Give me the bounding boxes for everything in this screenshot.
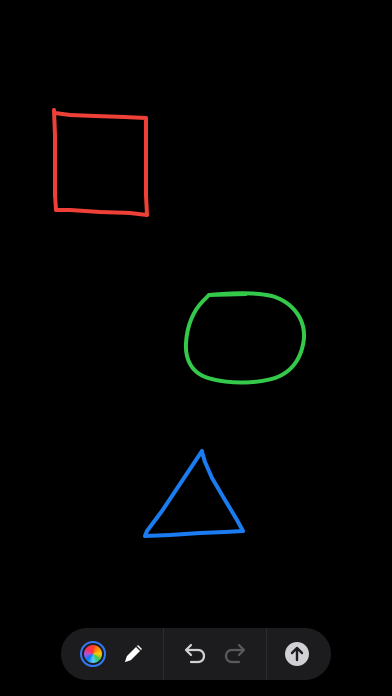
- color-picker-button[interactable]: [73, 634, 113, 674]
- toolbar-divider: [266, 628, 267, 680]
- toolbar-divider: [163, 628, 164, 680]
- drawing-toolbar: [61, 628, 331, 680]
- send-button[interactable]: [277, 634, 317, 674]
- color-wheel-icon: [80, 641, 106, 667]
- undo-icon: [184, 643, 206, 664]
- redo-button[interactable]: [216, 634, 256, 674]
- pen-tool-button[interactable]: [113, 634, 153, 674]
- undo-button[interactable]: [174, 634, 214, 674]
- square-stroke: [52, 108, 149, 217]
- drawing-surface[interactable]: [0, 0, 392, 696]
- triangle-stroke: [143, 449, 245, 538]
- drawing-canvas[interactable]: [0, 0, 392, 696]
- pencil-icon: [125, 645, 142, 662]
- arrow-up-circle-icon: [285, 642, 309, 666]
- circle-stroke: [183, 291, 307, 385]
- redo-icon: [224, 643, 246, 664]
